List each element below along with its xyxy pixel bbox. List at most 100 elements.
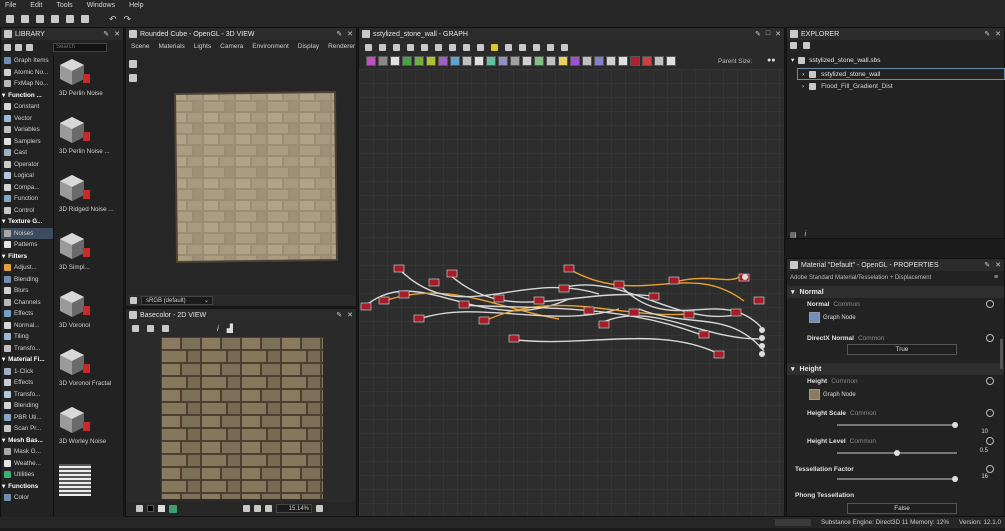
frame-icon[interactable]	[477, 44, 484, 51]
node-shortcut-icon[interactable]	[390, 56, 400, 66]
link-icon[interactable]	[463, 44, 470, 51]
library-thumbnail[interactable]: 3D Voronoi Fractal	[59, 348, 123, 406]
node-shortcut-icon[interactable]	[510, 56, 520, 66]
library-tree-item[interactable]: Vector	[1, 113, 53, 125]
expand-icon[interactable]: ›	[802, 83, 804, 90]
collapse-icon[interactable]: ▾	[2, 253, 5, 260]
library-tree-item[interactable]: Function	[1, 193, 53, 205]
search-icon[interactable]	[435, 44, 442, 51]
maximize-icon[interactable]: □	[766, 30, 770, 38]
library-thumbnail[interactable]: 3D Voronoi	[59, 290, 123, 348]
package-icon[interactable]	[36, 15, 44, 23]
library-tree-item[interactable]: Patterns	[1, 239, 53, 251]
library-tree-item[interactable]: FxMap No...	[1, 78, 53, 90]
node-shortcut-icon[interactable]	[642, 56, 652, 66]
library-tree-item[interactable]: Effects	[1, 308, 53, 320]
collapse-icon[interactable]: ▾	[791, 56, 794, 64]
height-thumb[interactable]	[809, 389, 820, 400]
camera-icon[interactable]	[393, 44, 400, 51]
node-shortcut-icon[interactable]	[498, 56, 508, 66]
library-thumbnail[interactable]: 3D Ridged Noise ...	[59, 174, 123, 232]
node-shortcut-icon[interactable]	[366, 56, 376, 66]
export-icon[interactable]	[547, 44, 554, 51]
tab-environment[interactable]: Environment	[252, 43, 289, 50]
menu-tools[interactable]: Tools	[56, 2, 72, 9]
noise-preview-thumbnail[interactable]	[59, 464, 91, 496]
tess-factor-knob[interactable]	[951, 476, 958, 482]
node-shortcut-icon[interactable]	[474, 56, 484, 66]
colorspace-select[interactable]: sRGB (default) ⌄	[141, 296, 213, 305]
collapse-icon[interactable]: ▾	[2, 92, 5, 99]
node-shortcut-icon[interactable]	[594, 56, 604, 66]
close-icon[interactable]: ✕	[775, 30, 781, 38]
explorer-settings-icon[interactable]: ▤	[790, 231, 797, 239]
library-tree-item[interactable]: Operator	[1, 159, 53, 171]
library-tree-item[interactable]: Scan Pr...	[1, 423, 53, 435]
collapse-icon[interactable]: ▾	[2, 218, 5, 225]
node-shortcut-icon[interactable]	[606, 56, 616, 66]
camera-icon[interactable]	[132, 324, 139, 332]
library-thumbnail[interactable]: 3D Simpl...	[59, 232, 123, 290]
tab-lights[interactable]: Lights	[194, 43, 211, 50]
node-shortcut-icon[interactable]	[666, 56, 676, 66]
node-shortcut-icon[interactable]	[534, 56, 544, 66]
library-tree-item[interactable]: Cast	[1, 147, 53, 159]
node-shortcut-icon[interactable]	[546, 56, 556, 66]
reset-icon[interactable]	[986, 409, 994, 417]
dots-icon[interactable]	[491, 44, 498, 51]
close-icon[interactable]: ✕	[114, 30, 120, 38]
height-scale-value[interactable]: 10	[981, 429, 988, 435]
close-icon[interactable]: ✕	[347, 311, 353, 319]
menu-edit[interactable]: Edit	[30, 2, 42, 9]
menu-file[interactable]: File	[5, 2, 16, 9]
node-shortcut-icon[interactable]	[582, 56, 592, 66]
library-tree-item[interactable]: ▾ Material Fi...	[1, 354, 53, 366]
tab-materials[interactable]: Materials	[158, 43, 184, 50]
properties-menu-icon[interactable]: ≡	[994, 274, 998, 281]
info-icon[interactable]: i	[217, 324, 219, 333]
node-shortcut-icon[interactable]	[438, 56, 448, 66]
layers-icon[interactable]	[136, 505, 143, 512]
library-tree-item[interactable]: Constant	[1, 101, 53, 113]
node-shortcut-icon[interactable]	[570, 56, 580, 66]
directx-toggle-button[interactable]: True	[847, 344, 957, 355]
explorer-item-function[interactable]: › Flood_Fill_Gradient_Dist	[797, 83, 893, 90]
height-level-value[interactable]: 0.5	[980, 448, 988, 454]
library-tree-item[interactable]: Variables	[1, 124, 53, 136]
move-tool-icon[interactable]	[379, 44, 386, 51]
camera-icon[interactable]	[129, 60, 137, 68]
height-level-slider[interactable]	[837, 450, 957, 456]
library-thumbnail[interactable]: 3D Perlin Noise	[59, 58, 123, 116]
info-icon[interactable]	[421, 44, 428, 51]
grid-icon[interactable]	[243, 505, 250, 512]
fit-icon[interactable]	[254, 505, 261, 512]
library-tree-item[interactable]: Atomic No...	[1, 67, 53, 79]
tools-icon[interactable]	[533, 44, 540, 51]
library-tree-item[interactable]: Color	[1, 492, 53, 504]
section-normal[interactable]: ▾ Normal	[787, 286, 1004, 298]
phong-toggle-button[interactable]: False	[847, 503, 957, 514]
white-swatch[interactable]	[158, 505, 165, 512]
node-shortcut-icon[interactable]	[486, 56, 496, 66]
library-tree-item[interactable]: ▾ Texture G...	[1, 216, 53, 228]
library-tree-item[interactable]: Samplers	[1, 136, 53, 148]
pin-icon[interactable]: ✎	[336, 30, 342, 38]
node-shortcut-icon[interactable]	[402, 56, 412, 66]
redo-icon[interactable]: ↷	[124, 14, 132, 25]
save-all-icon[interactable]	[81, 15, 89, 23]
filter-icon[interactable]	[15, 43, 22, 51]
histogram-icon[interactable]: ▟	[227, 324, 233, 333]
library-tree-item[interactable]: Adjust...	[1, 262, 53, 274]
normal-thumb[interactable]	[809, 312, 820, 323]
node-shortcut-icon[interactable]	[450, 56, 460, 66]
save-icon[interactable]	[66, 15, 74, 23]
library-tree-item[interactable]: Control	[1, 205, 53, 217]
collapse-icon[interactable]: ▾	[2, 437, 5, 444]
save-icon[interactable]	[790, 42, 797, 49]
library-tree-item[interactable]: Effects	[1, 377, 53, 389]
connect-icon[interactable]	[505, 44, 512, 51]
copy-icon[interactable]	[162, 324, 169, 332]
library-tree-item[interactable]: Blending	[1, 274, 53, 286]
zoom-field[interactable]: 15.14%	[276, 504, 312, 513]
reset-icon[interactable]	[986, 300, 994, 308]
